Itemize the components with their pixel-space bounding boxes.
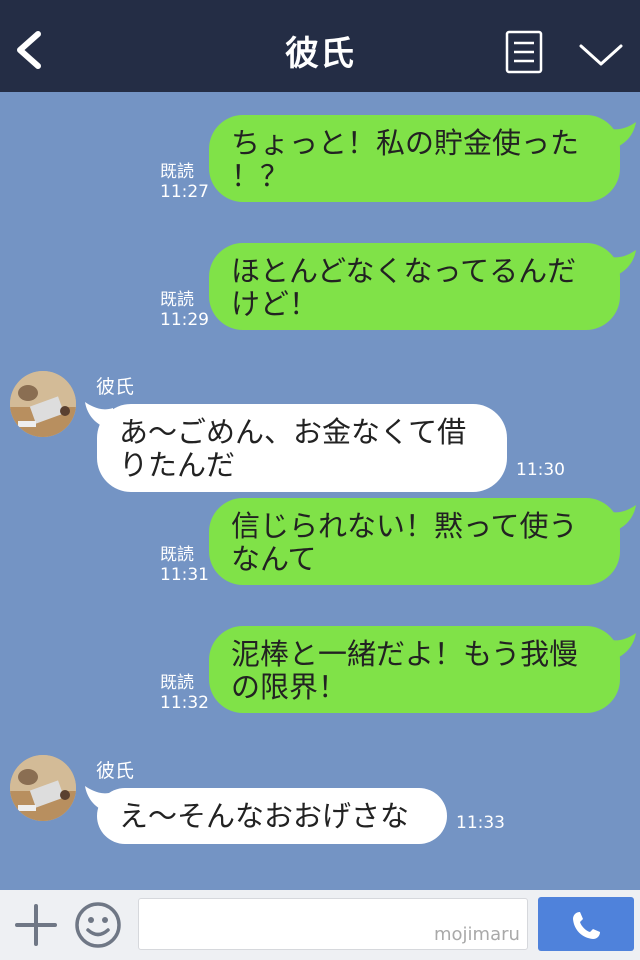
sender-name: 彼氏 (96, 760, 135, 782)
watermark: mojimaru (434, 924, 520, 945)
chat-header: 彼氏 (0, 0, 640, 92)
message-bubble: ちょっと！私の貯金使った！？ (209, 115, 620, 202)
chat-title: 彼氏 (285, 34, 355, 74)
avatar[interactable] (10, 371, 76, 437)
phone-icon (573, 912, 600, 939)
avatar[interactable] (10, 755, 76, 821)
sender-name: 彼氏 (96, 376, 135, 398)
message-bubble: 信じられない！黙って使う なんて (209, 498, 620, 585)
chat-area[interactable]: 既読 11:27 ちょっと！私の貯金使った！？ 既読 11:29 ほとんどなくなって… (0, 92, 640, 890)
plus-icon[interactable] (14, 903, 58, 947)
read-status: 既読 11:32 (160, 673, 209, 713)
message-bubble: え〜そんなおおげさな (97, 788, 447, 844)
chevron-down-icon[interactable] (578, 40, 624, 70)
call-button[interactable] (538, 897, 634, 951)
menu-icon[interactable] (505, 30, 543, 74)
message-bubble: あ〜ごめん、お金なくて借 りたんだ (97, 404, 507, 492)
message-bubble: 泥棒と一緒だよ！もう我慢 の限界！ (209, 626, 620, 713)
message-time: 11:33 (456, 813, 505, 833)
smile-icon[interactable] (74, 901, 122, 949)
read-status: 既読 11:31 (160, 545, 209, 585)
read-status: 既読 11:27 (160, 162, 209, 202)
message-bubble: ほとんどなくなってるんだ けど！ (209, 243, 620, 330)
message-time: 11:30 (516, 460, 565, 480)
read-status: 既読 11:29 (160, 290, 209, 330)
